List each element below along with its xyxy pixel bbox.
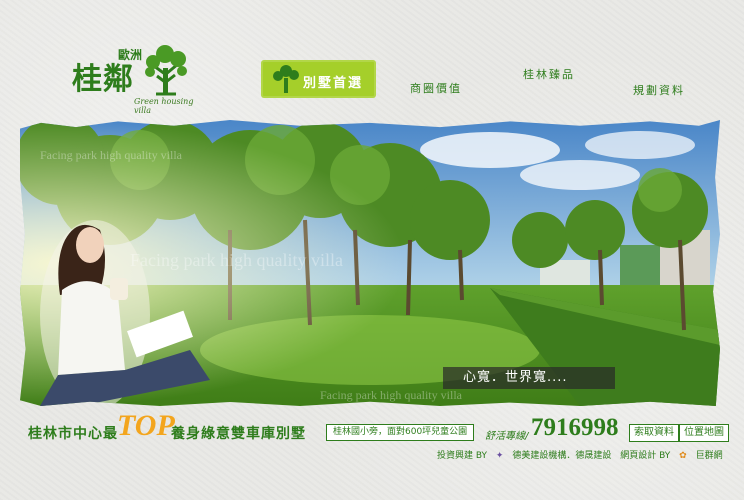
invest-value[interactable]: 德美建設機構．德晟建設 bbox=[512, 451, 611, 461]
phone-number[interactable]: 7916998 bbox=[531, 414, 619, 442]
tree-logo-icon bbox=[145, 45, 187, 96]
invest-label: 投資興建 BY bbox=[437, 451, 488, 461]
nav-item-premium[interactable]: 桂林臻品 bbox=[523, 66, 575, 82]
nav-item-label: 別墅首選 bbox=[303, 76, 364, 91]
location-map-button[interactable]: 位置地圖 bbox=[679, 424, 729, 442]
nav-item-business-value[interactable]: 商圈價值 bbox=[410, 80, 462, 96]
hero-photo: Facing park high quality villa Facing pa… bbox=[20, 120, 720, 406]
watermark-text: Facing park high quality villa bbox=[130, 250, 343, 270]
developer-logo-icon: ✦ bbox=[495, 451, 504, 461]
request-info-button[interactable]: 索取資料 bbox=[629, 424, 679, 442]
design-value[interactable]: 巨群網 bbox=[696, 451, 723, 461]
credits: 投資興建 BY ✦ 德美建設機構．德晟建設 網頁設計 BY ✿ 巨群網 bbox=[437, 448, 729, 461]
designer-logo-icon: ✿ bbox=[679, 451, 687, 461]
slogan-right: 養身綠意雙車庫別墅 bbox=[171, 426, 306, 442]
watermark-text: Facing park high quality villa bbox=[320, 388, 462, 402]
nav-item-planning-data[interactable]: 規劃資料 bbox=[633, 82, 685, 98]
logo-tagline: Green housing villa bbox=[134, 97, 194, 115]
watermark-text: Facing park high quality villa bbox=[40, 148, 182, 162]
hero-caption: 心寬．世界寬.... bbox=[443, 367, 615, 389]
design-label: 網頁設計 BY bbox=[620, 451, 671, 461]
tree-icon bbox=[273, 65, 299, 93]
brand-logo[interactable]: 歐洲 桂鄰 Green housing villa bbox=[62, 40, 197, 115]
slogan-left: 桂林市中心最 bbox=[28, 426, 118, 442]
slogan-top: TOP bbox=[117, 409, 175, 442]
nav-item-villa-home[interactable]: 別墅首選 bbox=[261, 60, 376, 98]
logo-title: 桂鄰 bbox=[72, 62, 134, 97]
phone-label: 舒活專線/ bbox=[485, 431, 529, 442]
location-badge: 桂林國小旁，面對600坪兒童公園 bbox=[326, 424, 475, 441]
